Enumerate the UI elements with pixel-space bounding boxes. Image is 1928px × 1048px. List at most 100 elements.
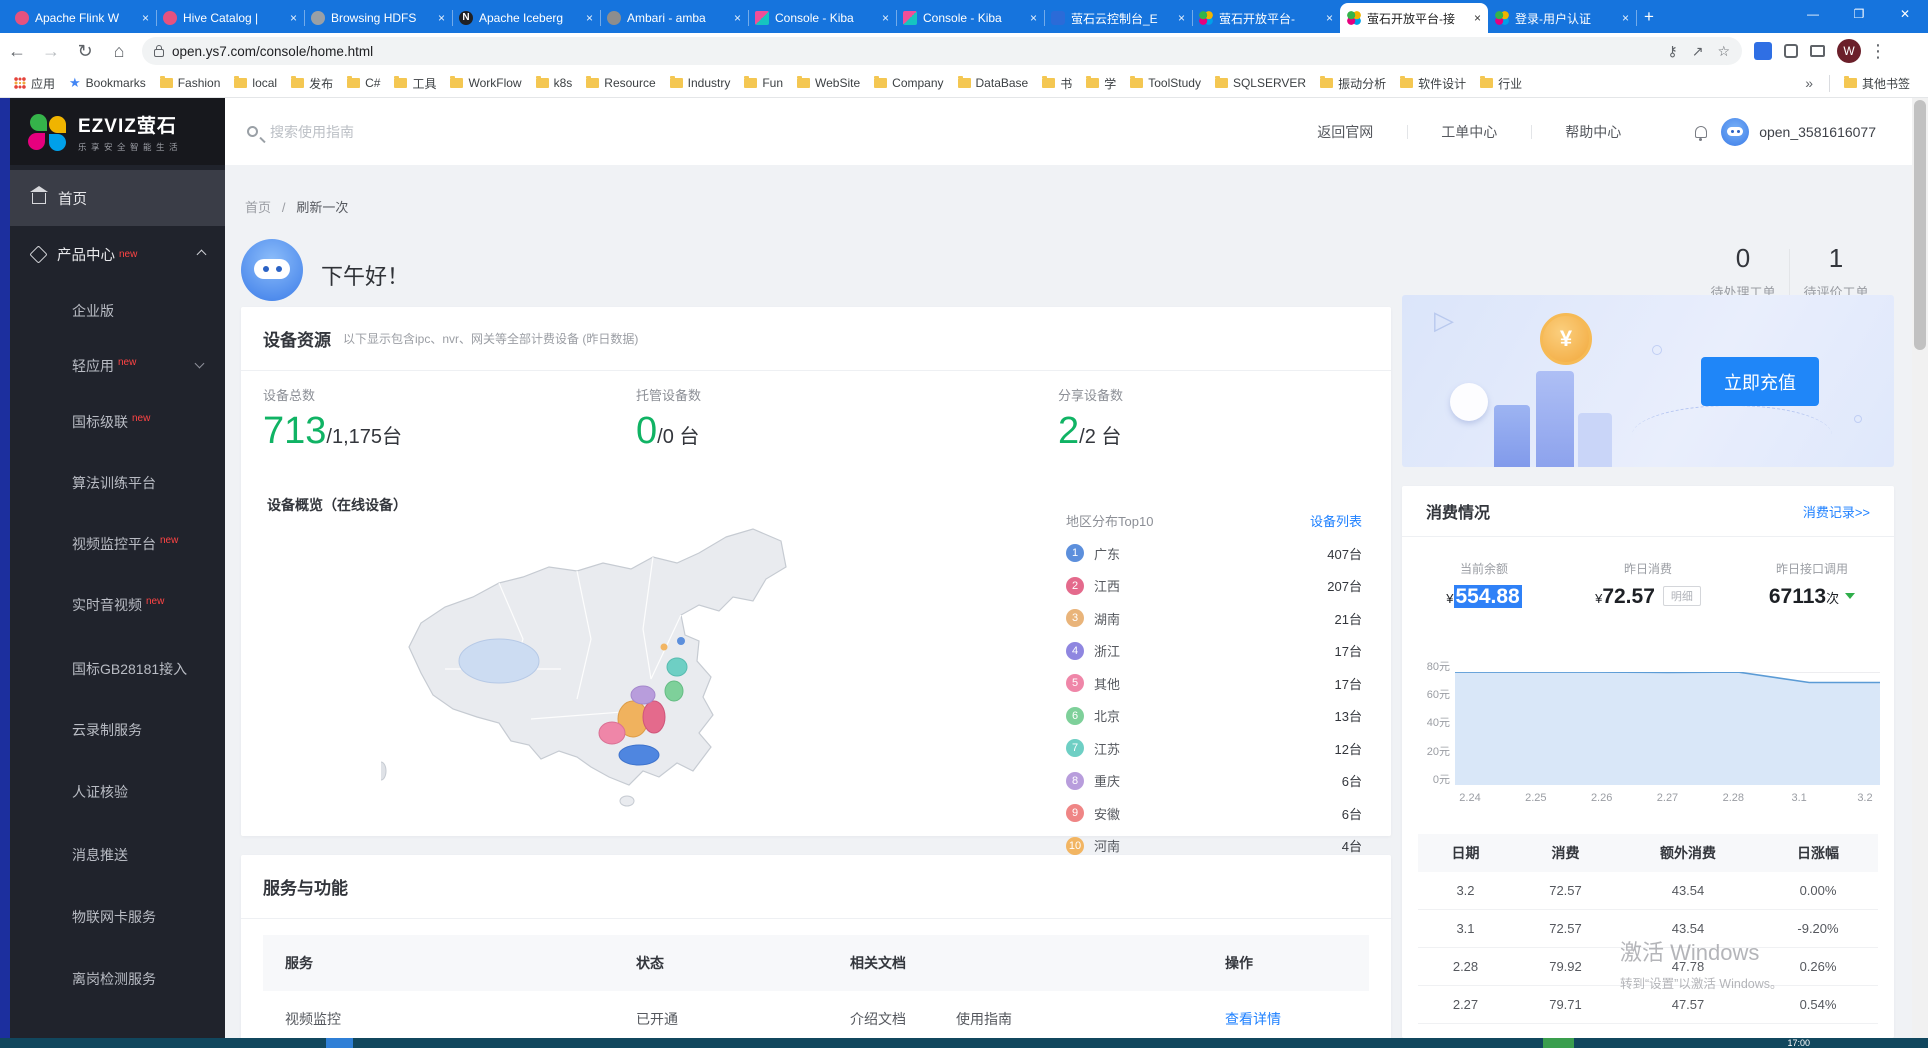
sidebar-item-algo-training[interactable]: 算法训练平台 bbox=[72, 473, 156, 493]
dropdown-arrow-icon[interactable] bbox=[1845, 593, 1855, 599]
bookmark-item[interactable]: ★Bookmarks bbox=[69, 75, 146, 91]
bookmark-apps[interactable]: 应用 bbox=[14, 75, 55, 92]
tab-ys7-console[interactable]: 萤石云控制台_E× bbox=[1044, 3, 1192, 33]
bookmark-item[interactable]: C# bbox=[347, 76, 380, 90]
bookmark-item[interactable]: 振动分析 bbox=[1320, 75, 1386, 92]
tab-close-icon[interactable]: × bbox=[1030, 11, 1037, 25]
tab-close-icon[interactable]: × bbox=[882, 11, 889, 25]
bookmark-item[interactable]: Fun bbox=[744, 76, 783, 90]
sidebar-item-iot-card[interactable]: 物联网卡服务 bbox=[72, 907, 156, 927]
minimize-button[interactable]: — bbox=[1790, 0, 1836, 28]
username[interactable]: open_3581616077 bbox=[1759, 124, 1876, 140]
other-bookmarks[interactable]: 其他书签 bbox=[1829, 75, 1910, 92]
scrollbar-thumb[interactable] bbox=[1914, 100, 1926, 350]
browser-menu-icon[interactable]: ⋮ bbox=[1861, 41, 1895, 62]
sidebar-item-light-app[interactable]: 轻应用new bbox=[72, 356, 225, 376]
to-review-tickets[interactable]: 1 待评价工单 bbox=[1790, 243, 1882, 301]
bookmark-item[interactable]: Fashion bbox=[160, 76, 221, 90]
windows-taskbar[interactable]: 17:00 bbox=[0, 1038, 1928, 1048]
address-bar[interactable]: open.ys7.com/console/home.html ⚷ ↗ ☆ bbox=[142, 37, 1742, 65]
tab-close-icon[interactable]: × bbox=[1178, 11, 1185, 25]
share-icon[interactable]: ↗ bbox=[1692, 43, 1704, 60]
bookmark-item[interactable]: WorkFlow bbox=[450, 76, 521, 90]
bookmark-item[interactable]: 软件设计 bbox=[1400, 75, 1466, 92]
bookmark-item[interactable]: SQLSERVER bbox=[1215, 76, 1306, 90]
user-avatar[interactable] bbox=[1721, 118, 1749, 146]
link-help-center[interactable]: 帮助中心 bbox=[1531, 122, 1655, 142]
tab-close-icon[interactable]: × bbox=[1474, 11, 1481, 25]
close-button[interactable]: ✕ bbox=[1882, 0, 1928, 28]
china-map[interactable] bbox=[381, 519, 861, 819]
maximize-button[interactable]: ❐ bbox=[1836, 0, 1882, 28]
key-icon[interactable]: ⚷ bbox=[1667, 43, 1677, 60]
tab-ys7-open-1[interactable]: 萤石开放平台-× bbox=[1192, 3, 1340, 33]
intro-doc-link[interactable]: 介绍文档 bbox=[850, 1009, 906, 1029]
tab-browsing-hdfs[interactable]: Browsing HDFS× bbox=[304, 3, 452, 33]
bookmark-item[interactable]: 学 bbox=[1086, 75, 1116, 92]
url-text[interactable]: open.ys7.com/console/home.html bbox=[172, 44, 1653, 59]
sidebar-item-video-platform[interactable]: 视频监控平台new bbox=[72, 534, 178, 554]
pending-tickets[interactable]: 0 待处理工单 bbox=[1697, 243, 1789, 301]
tab-console-kibana-2[interactable]: Console - Kiba× bbox=[896, 3, 1044, 33]
sidebar-item-message-push[interactable]: 消息推送 bbox=[72, 845, 128, 865]
sidebar-item-absence-detect[interactable]: 离岗检测服务 bbox=[72, 969, 156, 989]
recharge-button[interactable]: 立即充值 bbox=[1701, 357, 1819, 406]
bookmark-item[interactable]: Industry bbox=[670, 76, 731, 90]
bookmark-item[interactable]: ToolStudy bbox=[1130, 76, 1201, 90]
tab-close-icon[interactable]: × bbox=[734, 11, 741, 25]
bookmark-item[interactable]: local bbox=[234, 76, 277, 90]
tab-ys7-login[interactable]: 登录-用户认证× bbox=[1488, 3, 1636, 33]
bookmark-item[interactable]: 发布 bbox=[291, 75, 333, 92]
bookmark-item[interactable]: Company bbox=[874, 76, 943, 90]
detail-tag[interactable]: 明细 bbox=[1663, 586, 1701, 606]
link-ticket-center[interactable]: 工单中心 bbox=[1407, 122, 1531, 142]
home-icon[interactable]: ⌂ bbox=[102, 41, 136, 62]
new-tab-button[interactable]: + bbox=[1644, 7, 1654, 27]
extensions-puzzle-icon[interactable] bbox=[1784, 44, 1798, 58]
extension-icon[interactable] bbox=[1754, 42, 1772, 60]
tab-apache-flink[interactable]: Apache Flink W× bbox=[8, 3, 156, 33]
bookmark-item[interactable]: 行业 bbox=[1480, 75, 1522, 92]
bookmark-star-icon[interactable]: ☆ bbox=[1717, 43, 1730, 60]
search-input[interactable]: 搜索使用指南 bbox=[270, 122, 1283, 142]
forward-icon[interactable]: → bbox=[34, 41, 68, 62]
sidebar-item-rtc[interactable]: 实时音视频new bbox=[72, 595, 164, 615]
taskbar-app-blue[interactable] bbox=[326, 1038, 353, 1048]
tab-close-icon[interactable]: × bbox=[1622, 11, 1629, 25]
sidebar-item-home[interactable]: 首页 bbox=[10, 170, 225, 226]
sidebar-item-enterprise[interactable]: 企业版 bbox=[72, 301, 114, 321]
tab-close-icon[interactable]: × bbox=[142, 11, 149, 25]
sidebar-item-id-verify[interactable]: 人证核验 bbox=[72, 782, 128, 802]
tab-hive-catalog[interactable]: Hive Catalog |× bbox=[156, 3, 304, 33]
taskbar-app-green[interactable] bbox=[1543, 1038, 1574, 1048]
bookmark-item[interactable]: 工具 bbox=[394, 75, 436, 92]
guide-doc-link[interactable]: 使用指南 bbox=[956, 1009, 1012, 1029]
bookmark-item[interactable]: WebSite bbox=[797, 76, 860, 90]
device-list-link[interactable]: 设备列表 bbox=[1310, 511, 1362, 530]
sidebar-item-gb-cascade[interactable]: 国标级联new bbox=[72, 412, 150, 432]
sidebar-item-product-center[interactable]: 产品中心new bbox=[10, 226, 225, 282]
tab-ambari[interactable]: Ambari - amba× bbox=[600, 3, 748, 33]
tab-ys7-open-active[interactable]: 萤石开放平台-接× bbox=[1340, 3, 1488, 33]
breadcrumb-home[interactable]: 首页 bbox=[245, 200, 271, 215]
sidebar-item-gb28181[interactable]: 国标GB28181接入 bbox=[72, 659, 187, 679]
reload-icon[interactable]: ↻ bbox=[68, 41, 102, 62]
bookmark-item[interactable]: k8s bbox=[536, 76, 573, 90]
browser-profile-avatar[interactable]: W bbox=[1837, 39, 1861, 63]
tab-close-icon[interactable]: × bbox=[438, 11, 445, 25]
back-icon[interactable]: ← bbox=[0, 41, 34, 62]
tab-console-kibana-1[interactable]: Console - Kiba× bbox=[748, 3, 896, 33]
bookmark-item[interactable]: Resource bbox=[586, 76, 655, 90]
view-details-link[interactable]: 查看详情 bbox=[1225, 1009, 1369, 1029]
tab-close-icon[interactable]: × bbox=[586, 11, 593, 25]
tab-close-icon[interactable]: × bbox=[1326, 11, 1333, 25]
bookmarks-overflow-chevron[interactable]: » bbox=[1805, 75, 1813, 91]
side-panel-icon[interactable] bbox=[1810, 45, 1825, 57]
bookmark-item[interactable]: DataBase bbox=[958, 76, 1029, 90]
tab-close-icon[interactable]: × bbox=[290, 11, 297, 25]
ezviz-logo[interactable]: EZVIZ萤石 乐享安全智能生活 bbox=[10, 98, 225, 165]
consumption-records-link[interactable]: 消费记录>> bbox=[1803, 502, 1870, 521]
bookmark-item[interactable]: 书 bbox=[1042, 75, 1072, 92]
sidebar-item-cloud-record[interactable]: 云录制服务 bbox=[72, 720, 142, 740]
page-scrollbar[interactable] bbox=[1912, 98, 1928, 1038]
